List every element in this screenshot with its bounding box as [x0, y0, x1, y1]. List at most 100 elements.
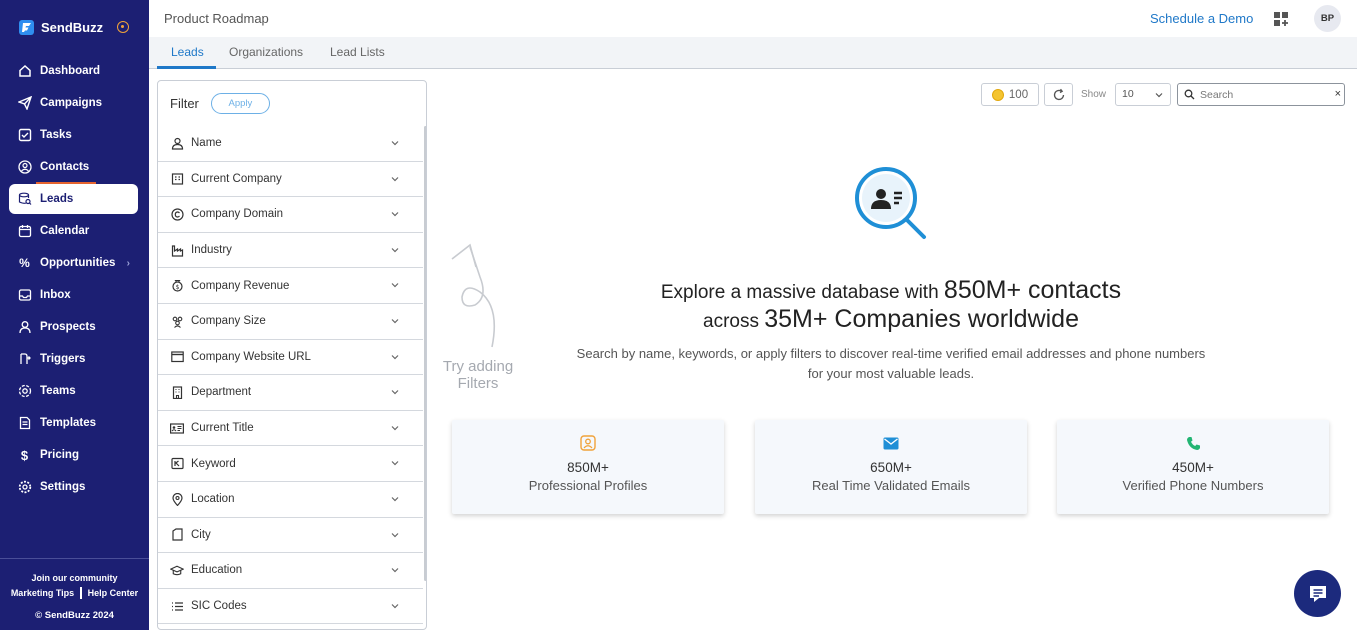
filter-panel: Filter Apply Name Current Company Compan… — [157, 80, 427, 630]
chevron-down-icon — [391, 354, 399, 359]
chat-widget-button[interactable] — [1294, 570, 1341, 617]
tab-organizations[interactable]: Organizations — [229, 45, 303, 59]
sidebar-item-dashboard[interactable]: Dashboard — [9, 56, 138, 86]
chevron-down-icon — [1155, 93, 1163, 98]
credits-badge: 100 — [981, 83, 1039, 106]
filter-label: Current Title — [191, 422, 254, 435]
filter-company-size[interactable]: Company Size — [158, 304, 423, 340]
stat-card-profiles: 850M+ Professional Profiles — [452, 420, 724, 514]
chevron-down-icon — [391, 461, 399, 466]
marketing-tips-link[interactable]: Marketing Tips — [11, 588, 74, 598]
hint-line-1: Try adding — [442, 358, 514, 375]
refresh-icon — [1053, 88, 1064, 100]
sidebar-item-tasks[interactable]: Tasks — [9, 120, 138, 150]
chevron-down-icon — [391, 283, 399, 288]
calendar-icon — [17, 224, 32, 239]
filter-name[interactable]: Name — [158, 126, 423, 162]
stat-card-phones: 450M+ Verified Phone Numbers — [1057, 420, 1329, 514]
brand[interactable]: SendBuzz — [19, 20, 129, 35]
key-icon — [170, 457, 184, 471]
filter-label: City — [191, 528, 211, 541]
sidebar-item-templates[interactable]: Templates — [9, 408, 138, 438]
apps-grid-icon[interactable] — [1273, 11, 1289, 27]
hero-subtitle-line-1: Search by name, keywords, or apply filte… — [576, 346, 1206, 361]
sidebar-nav: Dashboard Campaigns Tasks Contacts Leads… — [9, 56, 138, 504]
filter-city[interactable]: City — [158, 518, 423, 554]
sidebar-item-settings[interactable]: Settings — [9, 472, 138, 502]
sidebar-item-label: Inbox — [40, 289, 71, 301]
filter-location[interactable]: Location — [158, 482, 423, 518]
schedule-demo-link[interactable]: Schedule a Demo — [1150, 11, 1253, 26]
home-icon — [17, 64, 32, 79]
community-text: Join our community — [31, 573, 118, 583]
hint-line-2: Filters — [457, 375, 499, 392]
page-size-select[interactable]: 10 — [1115, 83, 1171, 106]
stat-card-emails: 650M+ Real Time Validated Emails — [755, 420, 1027, 514]
sidebar-item-contacts[interactable]: Contacts — [9, 152, 138, 182]
chevron-right-icon: › — [126, 257, 130, 269]
help-center-link[interactable]: Help Center — [88, 588, 139, 598]
clear-search-icon[interactable]: × — [1335, 88, 1341, 100]
chevron-down-icon — [391, 532, 399, 537]
sidebar-item-calendar[interactable]: Calendar — [9, 216, 138, 246]
hero-subtitle: Search by name, keywords, or apply filte… — [560, 344, 1222, 384]
search-contacts-icon — [855, 167, 926, 239]
filter-scrollbar[interactable] — [424, 126, 426, 581]
dollar-icon: $ — [20, 447, 29, 463]
filter-department[interactable]: Department — [158, 375, 423, 411]
apply-button[interactable]: Apply — [210, 93, 270, 114]
tab-lead-lists[interactable]: Lead Lists — [330, 45, 385, 59]
filter-company-website-url[interactable]: Company Website URL — [158, 340, 423, 376]
sidebar-item-label: Campaigns — [40, 97, 102, 109]
chat-icon — [1309, 585, 1326, 602]
sidebar-item-label: Prospects — [40, 321, 96, 333]
stat-value: 450M+ — [1172, 460, 1214, 475]
filter-label: Name — [191, 137, 222, 150]
filter-company-domain[interactable]: Company Domain — [158, 197, 423, 233]
filter-sic-codes[interactable]: SIC Codes — [158, 589, 423, 625]
sidebar-item-pricing[interactable]: $ Pricing — [9, 440, 138, 470]
help-circle-icon[interactable] — [117, 21, 129, 33]
brand-name: SendBuzz — [41, 20, 104, 35]
factory-icon — [170, 243, 184, 257]
sidebar-item-label: Templates — [40, 417, 97, 429]
sidebar-item-prospects[interactable]: Prospects — [9, 312, 138, 342]
filter-keyword[interactable]: Keyword — [158, 446, 423, 482]
sendbuzz-logo-icon — [19, 20, 34, 35]
filter-current-title[interactable]: Current Title — [158, 411, 423, 447]
hint-text: Try adding Filters — [438, 358, 518, 392]
sidebar-item-campaigns[interactable]: Campaigns — [9, 88, 138, 118]
filter-industry[interactable]: Industry — [158, 233, 423, 269]
filter-label: Company Size — [191, 315, 266, 328]
filter-label: Company Revenue — [191, 279, 290, 292]
filter-label: SIC Codes — [191, 600, 247, 613]
refresh-button[interactable] — [1044, 83, 1073, 106]
leads-icon — [17, 192, 32, 207]
graduation-icon — [170, 563, 184, 577]
stat-label: Verified Phone Numbers — [1122, 478, 1264, 493]
search-placeholder: Search — [1200, 88, 1234, 101]
hero-line1-highlight: 850M+ contacts — [943, 276, 1122, 304]
filter-label: Department — [191, 386, 252, 399]
tab-leads[interactable]: Leads — [171, 45, 204, 59]
tag-icon — [170, 528, 184, 542]
sidebar-item-label: Opportunities — [40, 257, 116, 269]
search-input[interactable]: Search × — [1177, 83, 1345, 106]
sidebar-item-inbox[interactable]: Inbox — [9, 280, 138, 310]
sidebar-item-teams[interactable]: Teams — [9, 376, 138, 406]
send-icon — [17, 96, 32, 111]
sidebar-item-label: Calendar — [40, 225, 90, 237]
filter-education[interactable]: Education — [158, 553, 423, 589]
avatar[interactable]: BP — [1314, 5, 1341, 32]
coin-icon — [991, 88, 1004, 101]
sidebar-item-triggers[interactable]: Triggers — [9, 344, 138, 374]
filter-company-revenue[interactable]: $ Company Revenue — [158, 268, 423, 304]
money-bag-icon: $ — [170, 279, 184, 293]
sidebar-item-opportunities[interactable]: % Opportunities › — [9, 248, 138, 278]
page-title: Product Roadmap — [164, 11, 269, 26]
footer-links: Marketing Tips Help Center — [0, 587, 149, 599]
trigger-icon — [17, 352, 32, 367]
sidebar-item-leads[interactable]: Leads — [9, 182, 138, 214]
filter-list: Name Current Company Company Domain Indu… — [158, 126, 423, 625]
filter-current-company[interactable]: Current Company — [158, 162, 423, 198]
